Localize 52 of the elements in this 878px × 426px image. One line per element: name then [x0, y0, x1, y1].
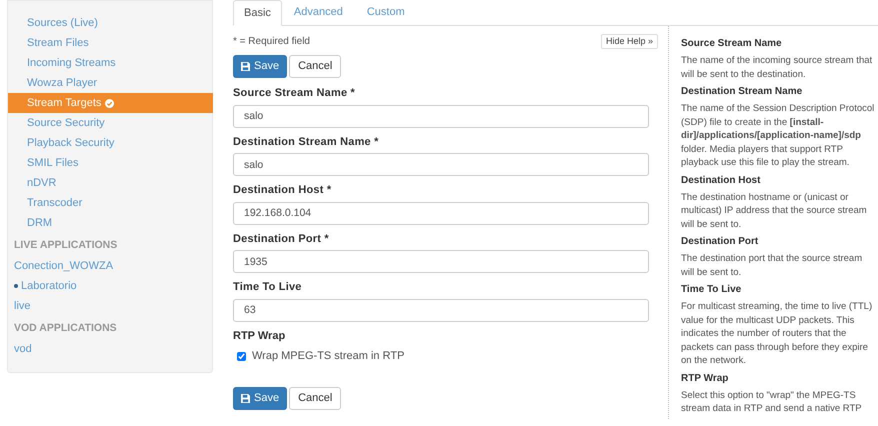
- help-text: For multicast streaming, the time to live (TTL) value for the multicast UDP packets. This indicates the number of routers that the packets can pass through before they expire on the network.: [681, 300, 874, 368]
- application-link[interactable]: Laboratorio: [21, 278, 77, 294]
- help-title: Destination Port: [681, 235, 760, 249]
- sidebar-item[interactable]: Transcoder: [8, 193, 212, 213]
- help-text: The name of the incoming source stream that will be sent to the destination.: [681, 54, 874, 81]
- save-button[interactable]: Save: [233, 386, 288, 410]
- tab[interactable]: Basic: [233, 0, 282, 26]
- input-field[interactable]: 192.168.0.104: [233, 202, 649, 224]
- field-label: Time To Live: [233, 280, 303, 295]
- tab[interactable]: Custom: [354, 0, 417, 25]
- input-field[interactable]: 1935: [233, 250, 649, 273]
- required-note: * = Required field: [233, 35, 310, 49]
- field-label: RTP Wrap: [233, 328, 286, 344]
- help-title: RTP Wrap: [681, 372, 730, 386]
- help-title: Destination Stream Name: [681, 85, 804, 99]
- input-field[interactable]: salo: [233, 104, 649, 128]
- wrap-checkbox[interactable]: [237, 352, 246, 361]
- checkbox-label: Wrap MPEG-TS stream in RTP: [252, 349, 404, 364]
- sidebar-item[interactable]: SMIL Files: [8, 153, 212, 173]
- cancel-button[interactable]: Cancel: [289, 386, 342, 410]
- application-link[interactable]: live: [14, 298, 31, 314]
- field-label: Destination Host *: [233, 183, 332, 198]
- tab[interactable]: Advanced: [282, 0, 355, 25]
- help-title: Destination Host: [681, 174, 762, 188]
- help-text: The destination hostname or (unicast or multicast) IP address that the source stream will be sent to.: [681, 190, 868, 231]
- help-text: The destination port that the source stream will be sent to.: [681, 252, 864, 279]
- sidebar-item[interactable]: Sources (Live): [8, 13, 212, 33]
- help-title: Source Stream Name: [681, 37, 783, 51]
- input-field[interactable]: salo: [233, 153, 649, 176]
- check-circle-icon: [105, 98, 114, 108]
- section-header: LIVE APPLICATIONS: [13, 238, 118, 254]
- help-text: The name of the Session Description Protocol (SDP) file to create in the [install-dir]/applications/[application-name]/sdp folder. Media players that support RTP playback use this file to play the stream.: [681, 102, 876, 170]
- section-header: VOD APPLICATIONS: [13, 321, 118, 336]
- help-text: Select this option to "wrap" the MPEG-TS stream data in RTP and send a native RTP: [681, 388, 863, 416]
- sidebar-item[interactable]: Stream Targets: [8, 93, 213, 113]
- sidebar-item[interactable]: nDVR: [8, 173, 212, 193]
- sidebar-item[interactable]: Playback Security: [8, 133, 212, 153]
- sidebar-item[interactable]: Stream Files: [8, 33, 212, 53]
- sidebar-item[interactable]: Wowza Player: [8, 73, 212, 93]
- sidebar-item[interactable]: DRM: [8, 213, 212, 233]
- application-link[interactable]: Conection_WOWZA: [14, 258, 114, 274]
- save-button[interactable]: Save: [233, 55, 288, 78]
- field-label: Destination Port *: [233, 232, 330, 246]
- sidebar-item[interactable]: Source Security: [8, 113, 212, 133]
- sidebar-item[interactable]: Incoming Streams: [8, 53, 212, 73]
- cancel-button[interactable]: Cancel: [289, 55, 342, 78]
- field-label: Destination Stream Name *: [233, 134, 380, 150]
- hide-help-button[interactable]: Hide Help »: [600, 34, 658, 49]
- input-field[interactable]: 63: [233, 298, 649, 322]
- application-link[interactable]: vod: [14, 340, 32, 358]
- field-label: Source Stream Name *: [233, 86, 356, 101]
- help-title: Time To Live: [681, 283, 742, 297]
